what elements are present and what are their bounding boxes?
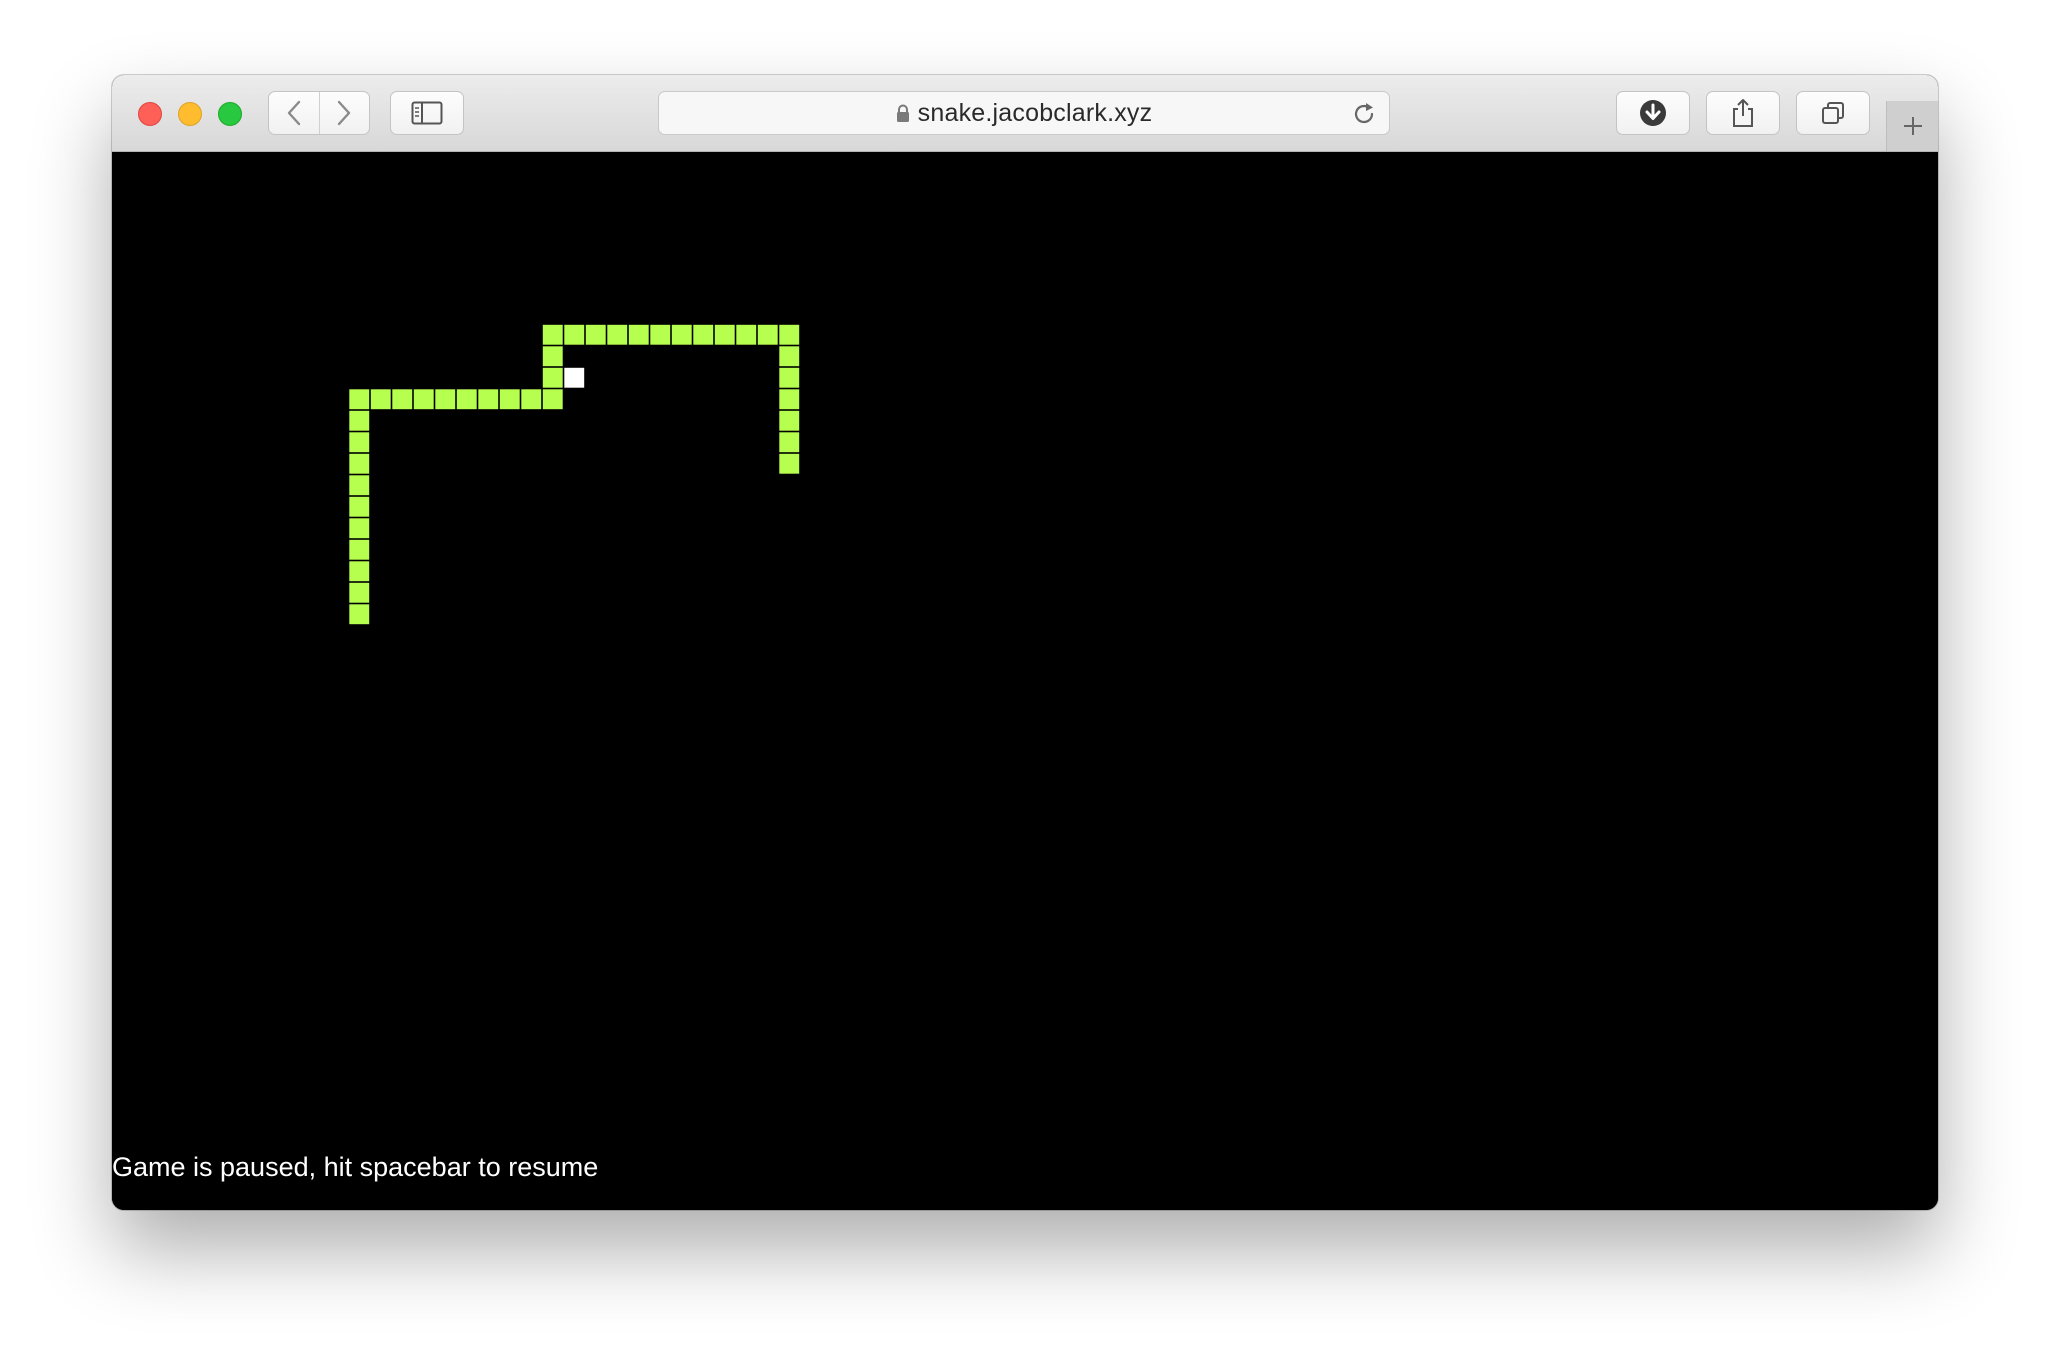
snake-segment xyxy=(521,389,542,410)
snake-segment xyxy=(779,410,800,431)
snake-segment xyxy=(542,367,563,388)
snake-segment xyxy=(607,324,628,345)
close-window-button[interactable] xyxy=(138,102,162,126)
sidebar-icon xyxy=(411,101,443,125)
snake-segment xyxy=(435,389,456,410)
snake-segment xyxy=(779,346,800,367)
minimize-window-button[interactable] xyxy=(178,102,202,126)
snake-segment xyxy=(349,539,370,560)
snake-segment xyxy=(585,324,606,345)
snake-segment xyxy=(349,496,370,517)
snake-segment xyxy=(413,389,434,410)
forward-button[interactable] xyxy=(318,92,370,134)
address-bar[interactable]: snake.jacobclark.xyz xyxy=(658,91,1390,135)
maximize-window-button[interactable] xyxy=(218,102,242,126)
downloads-button[interactable] xyxy=(1616,91,1690,135)
snake-segment xyxy=(478,389,499,410)
snake-segment xyxy=(757,324,778,345)
snake-segment xyxy=(542,346,563,367)
navigation-buttons xyxy=(268,91,370,135)
snake-segment xyxy=(650,324,671,345)
tabs-overview-icon xyxy=(1822,102,1844,124)
back-button[interactable] xyxy=(269,92,319,134)
snake-segment xyxy=(349,561,370,582)
snake-segment xyxy=(779,432,800,453)
snake-segment xyxy=(370,389,391,410)
snake-segment xyxy=(349,582,370,603)
snake-segment xyxy=(456,389,477,410)
snake-segment xyxy=(349,518,370,539)
share-icon xyxy=(1733,99,1753,127)
snake-segment xyxy=(714,324,735,345)
pause-status-text: Game is paused, hit spacebar to resume xyxy=(112,1152,599,1182)
snake-segment xyxy=(779,367,800,388)
snake-segment xyxy=(779,324,800,345)
plus-icon xyxy=(1904,117,1922,135)
reload-icon[interactable] xyxy=(1351,101,1377,127)
chevron-right-icon xyxy=(338,100,351,126)
game-board[interactable] xyxy=(112,152,1938,1210)
snake-segment xyxy=(349,453,370,474)
snake-segment xyxy=(499,389,520,410)
snake-segment xyxy=(542,389,563,410)
snake-segment xyxy=(392,389,413,410)
share-button[interactable] xyxy=(1706,91,1780,135)
food-pellet xyxy=(564,367,585,388)
snake-segment xyxy=(628,324,649,345)
snake-segment xyxy=(349,389,370,410)
new-tab-button[interactable] xyxy=(1886,101,1938,151)
page-viewport: Game is paused, hit spacebar to resume xyxy=(112,152,1938,1210)
snake-segment xyxy=(671,324,692,345)
snake-segment xyxy=(736,324,757,345)
snake-segment xyxy=(349,432,370,453)
snake-segment xyxy=(349,475,370,496)
browser-window: snake.jacobclark.xyz Game is paused, hit… xyxy=(112,75,1938,1210)
lock-icon xyxy=(896,104,909,122)
download-icon xyxy=(1640,100,1666,126)
snake-segment xyxy=(779,389,800,410)
snake-segment xyxy=(542,324,563,345)
snake-segment xyxy=(349,410,370,431)
url-text: snake.jacobclark.xyz xyxy=(917,98,1153,127)
snake-segment xyxy=(349,604,370,625)
chevron-left-icon xyxy=(287,100,300,126)
sidebar-toggle-button[interactable] xyxy=(390,91,464,135)
snake-segment xyxy=(564,324,585,345)
browser-toolbar: snake.jacobclark.xyz xyxy=(112,75,1938,152)
snake-segment xyxy=(779,453,800,474)
tab-overview-button[interactable] xyxy=(1796,91,1870,135)
snake-segment xyxy=(693,324,714,345)
